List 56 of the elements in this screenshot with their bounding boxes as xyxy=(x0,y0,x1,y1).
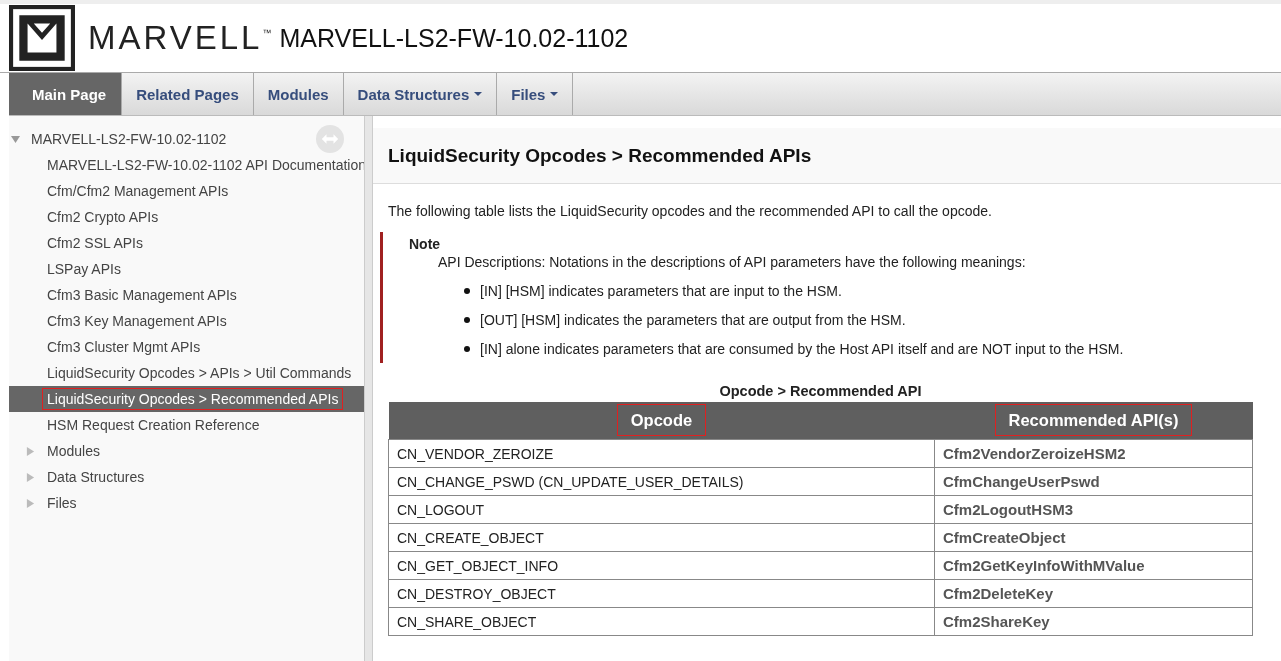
column-header: Opcode xyxy=(388,402,935,440)
sync-icon[interactable] xyxy=(316,125,344,153)
bullet-text: [IN] [HSM] indicates parameters that are input to the HSM. xyxy=(480,283,842,299)
logo-text: MARVELL xyxy=(88,19,263,57)
bullet-text: [IN] alone indicates parameters that are consumed by the Host API itself and are NOT input to the HSM. xyxy=(480,341,1124,357)
nav-tab[interactable]: Modules xyxy=(253,73,344,115)
note-heading: Note xyxy=(409,236,442,252)
project-title: MARVELL-LS2-FW-10.02-1102 xyxy=(279,23,629,53)
tree-item[interactable]: Cfm2 Crypto APIs xyxy=(9,204,364,230)
table-cell: CN_DESTROY_OBJECT xyxy=(388,579,935,608)
tree-item[interactable]: Cfm2 SSL APIs xyxy=(9,230,364,256)
table-cell: CN_CHANGE_PSWD (CN_UPDATE_USER_DETAILS) xyxy=(388,467,935,496)
table-cell: CN_LOGOUT xyxy=(388,495,935,524)
table-caption: Opcode > Recommended API xyxy=(718,383,923,399)
nav-tab[interactable]: Data Structures xyxy=(343,73,498,115)
tree-item[interactable]: MARVELL-LS2-FW-10.02-1102 xyxy=(31,131,227,147)
nav-tab[interactable]: Related Pages xyxy=(122,73,254,115)
bullet-icon xyxy=(464,288,470,294)
bullet-text: [OUT] [HSM] indicates the parameters that are output from the HSM. xyxy=(480,312,906,328)
logo-icon xyxy=(9,5,75,71)
right-arrow-icon[interactable] xyxy=(26,472,35,482)
tree-item[interactable]: Files xyxy=(9,490,364,516)
table-cell: CN_GET_OBJECT_INFO xyxy=(388,551,935,580)
tree-item[interactable]: HSM Request Creation Reference xyxy=(9,412,364,438)
table-cell: CN_VENDOR_ZEROIZE xyxy=(388,439,935,468)
api-link[interactable]: Cfm2GetKeyInfoWithMValue xyxy=(934,551,1253,580)
api-link[interactable]: Cfm2DeleteKey xyxy=(934,579,1253,608)
down-arrow-icon[interactable] xyxy=(11,134,20,144)
api-link[interactable]: Cfm2VendorZeroizeHSM2 xyxy=(934,439,1253,468)
column-header: Recommended API(s) xyxy=(934,402,1253,440)
tree-item[interactable]: LSPay APIs xyxy=(9,256,364,282)
tree-item[interactable]: Cfm3 Key Management APIs xyxy=(9,308,364,334)
bullet-icon xyxy=(464,317,470,323)
tree-item[interactable]: Cfm3 Basic Management APIs xyxy=(9,282,364,308)
api-link[interactable]: Cfm2ShareKey xyxy=(934,607,1253,636)
trademark-mark: ™ xyxy=(262,28,272,38)
nav-tab[interactable]: Main Page xyxy=(9,73,123,115)
tree-item[interactable]: Modules xyxy=(9,438,364,464)
tree-item[interactable]: Data Structures xyxy=(9,464,364,490)
right-arrow-icon[interactable] xyxy=(26,446,35,456)
api-link[interactable]: CfmCreateObject xyxy=(934,523,1253,552)
panel-splitter[interactable] xyxy=(364,116,373,661)
nav-tab[interactable]: Files xyxy=(497,73,574,115)
tree-item[interactable]: LiquidSecurity Opcodes > APIs > Util Commands xyxy=(9,360,364,386)
api-link[interactable]: Cfm2LogoutHSM3 xyxy=(934,495,1253,524)
intro-text: The following table lists the LiquidSecurity opcodes and the recommended API to call the opcode. xyxy=(388,203,993,219)
right-arrow-icon[interactable] xyxy=(26,498,35,508)
table-cell: CN_CREATE_OBJECT xyxy=(388,523,935,552)
bullet-icon xyxy=(464,346,470,352)
tree-item[interactable]: LiquidSecurity Opcodes > Recommended APIs xyxy=(9,386,364,412)
note-text: API Descriptions: Notations in the descriptions of API parameters have the following meanings: xyxy=(437,254,1027,270)
tree-item[interactable]: Cfm3 Cluster Mgmt APIs xyxy=(9,334,364,360)
tree-item[interactable]: Cfm/Cfm2 Management APIs xyxy=(9,178,364,204)
table-cell: CN_SHARE_OBJECT xyxy=(388,607,935,636)
page-title: LiquidSecurity Opcodes > Recommended APIs xyxy=(388,144,812,167)
api-link[interactable]: CfmChangeUserPswd xyxy=(934,467,1253,496)
